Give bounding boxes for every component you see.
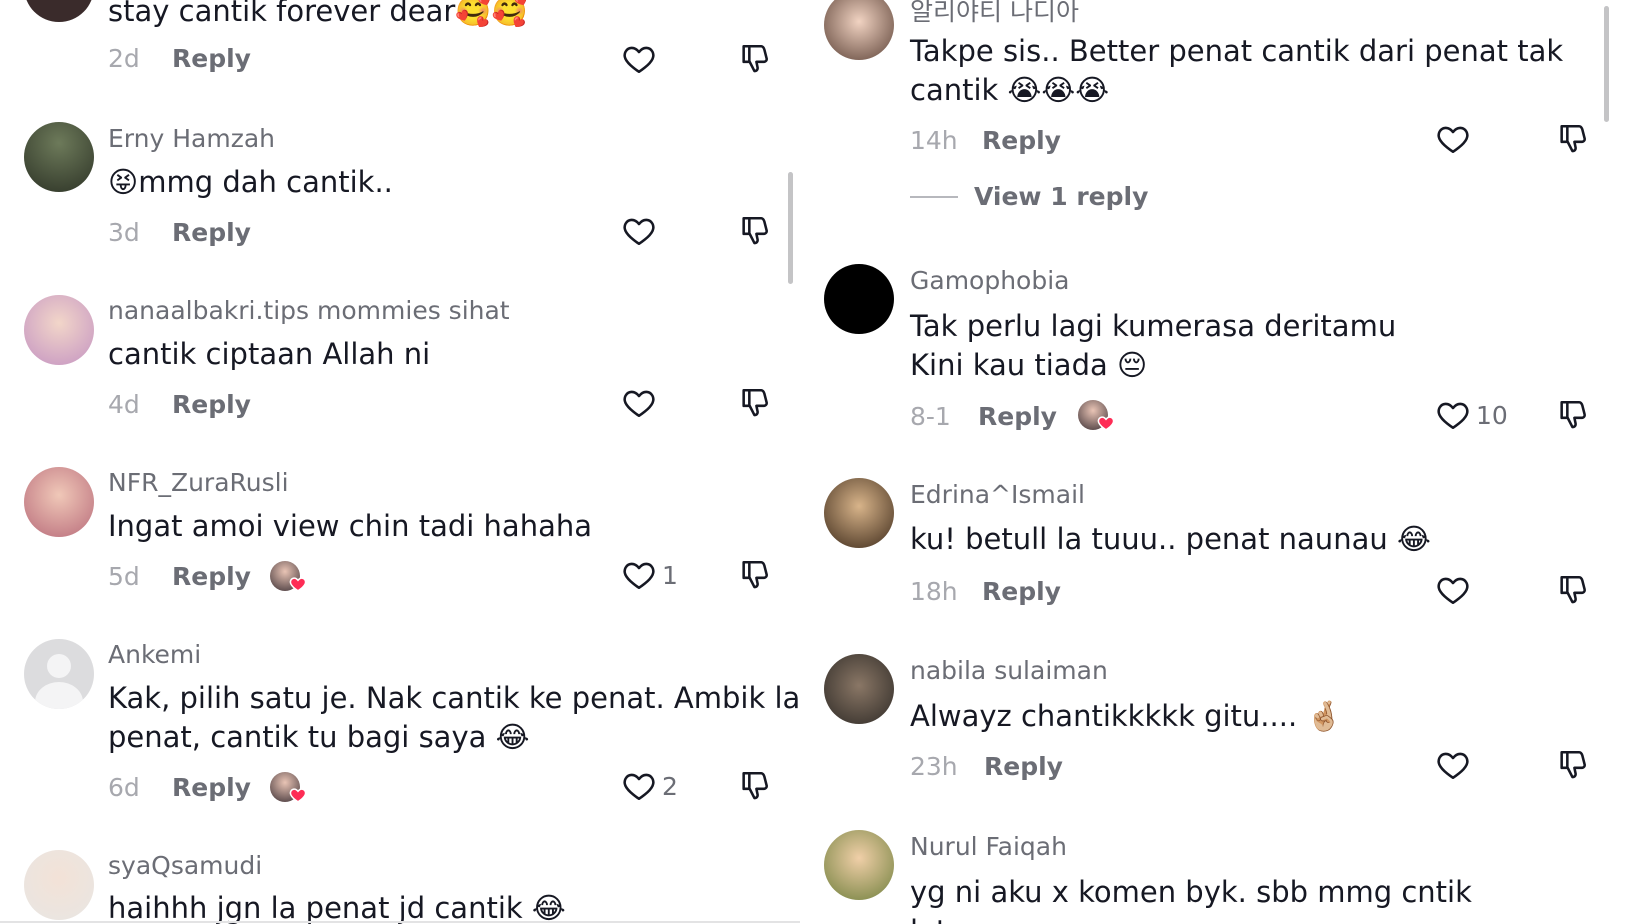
avatar[interactable]	[824, 264, 894, 334]
comment-time: 5d	[108, 562, 140, 591]
avatar[interactable]	[24, 850, 94, 920]
avatar[interactable]	[824, 830, 894, 900]
default-avatar[interactable]	[24, 639, 94, 709]
heart-icon	[622, 214, 656, 248]
avatar[interactable]	[824, 0, 894, 60]
avatar[interactable]	[824, 654, 894, 724]
heart-icon	[622, 42, 656, 76]
comment-text: Kini kau tiada 😔	[910, 348, 1148, 382]
like-count: 1	[662, 560, 678, 590]
dislike-icon[interactable]	[1556, 748, 1590, 782]
comment-time: 4d	[108, 390, 140, 419]
comment-username[interactable]: Nurul Faiqah	[910, 832, 1067, 861]
comment-text: haihhh jgn la penat jd cantik 😂	[108, 891, 566, 924]
scrollbar[interactable]	[1604, 6, 1609, 122]
like-button[interactable]	[622, 214, 656, 248]
dislike-icon[interactable]	[738, 214, 772, 248]
scrollbar[interactable]	[788, 172, 793, 284]
comment-time: 23h	[910, 752, 958, 781]
avatar[interactable]	[824, 478, 894, 548]
like-button[interactable]	[1436, 573, 1470, 607]
reply-button[interactable]: Reply	[172, 44, 251, 73]
comment-text: ku! betull la tuuu.. penat naunau 😂	[910, 522, 1431, 556]
comment-text: lat…	[910, 912, 976, 924]
dislike-icon[interactable]	[738, 42, 772, 76]
heart-icon	[1436, 573, 1470, 607]
heart-icon	[1436, 748, 1470, 782]
comment-username[interactable]: syaQsamudi	[108, 851, 262, 880]
comment-time: 6d	[108, 773, 140, 802]
comment-text: yg ni aku x komen byk. sbb mmg cntik	[910, 875, 1472, 909]
comment-text: Ingat amoi view chin tadi hahaha	[108, 509, 592, 543]
comment-username[interactable]: Ankemi	[108, 640, 201, 669]
comment-time: 2d	[108, 44, 140, 73]
heart-icon	[622, 769, 656, 803]
reply-button[interactable]: Reply	[172, 218, 251, 247]
like-count: 10	[1476, 400, 1508, 430]
comment-time: 3d	[108, 218, 140, 247]
comment-text: cantik 😭😭😭	[910, 73, 1110, 107]
comment-time: 18h	[910, 577, 958, 606]
heart-icon	[622, 558, 656, 592]
dislike-icon[interactable]	[738, 558, 772, 592]
comment-time: 8-1	[910, 402, 951, 431]
comment-text: Tak perlu lagi kumerasa deritamu	[910, 309, 1397, 343]
dislike-icon[interactable]	[738, 386, 772, 420]
heart-icon	[1096, 414, 1116, 432]
avatar[interactable]	[24, 122, 94, 192]
comment-text: Alwayz chantikkkkk gitu.... 🤞🏼	[910, 699, 1343, 733]
divider	[0, 921, 800, 923]
comment-username[interactable]: nabila sulaiman	[910, 656, 1108, 685]
reply-button[interactable]: Reply	[172, 562, 251, 591]
avatar[interactable]	[24, 0, 94, 22]
comment-username[interactable]: Gamophobia	[910, 266, 1070, 295]
like-button[interactable]	[622, 386, 656, 420]
dislike-icon[interactable]	[1556, 573, 1590, 607]
dislike-icon[interactable]	[738, 769, 772, 803]
comment-username[interactable]: NFR_ZuraRusli	[108, 468, 289, 497]
comment-text: 😝mmg dah cantik..	[108, 165, 393, 199]
heart-icon	[288, 786, 308, 804]
comment-text: penat, cantik tu bagi saya 😂	[108, 720, 530, 754]
like-button[interactable]: 10	[1436, 398, 1508, 432]
right-comment-panel: 알리야티 나디아 Takpe sis.. Better penat cantik…	[808, 0, 1640, 924]
comment-text: cantik ciptaan Allah ni	[108, 337, 431, 371]
heart-icon	[288, 575, 308, 593]
reply-button[interactable]: Reply	[978, 402, 1057, 431]
like-button[interactable]: 2	[622, 769, 678, 803]
like-count: 2	[662, 771, 678, 801]
avatar[interactable]	[24, 467, 94, 537]
heart-icon	[622, 386, 656, 420]
divider	[910, 195, 958, 198]
comment-username[interactable]: Erny Hamzah	[108, 124, 275, 153]
like-button[interactable]: 1	[622, 558, 678, 592]
reply-button[interactable]: Reply	[982, 577, 1061, 606]
comment-text: Kak, pilih satu je. Nak cantik ke penat.…	[108, 681, 800, 715]
reply-button[interactable]: Reply	[984, 752, 1063, 781]
like-button[interactable]	[622, 42, 656, 76]
like-button[interactable]	[1436, 122, 1470, 156]
reply-button[interactable]: Reply	[982, 126, 1061, 155]
heart-icon	[1436, 398, 1470, 432]
view-replies-button[interactable]: View 1 reply	[910, 182, 1148, 211]
reply-button[interactable]: Reply	[172, 773, 251, 802]
panel-divider	[800, 0, 808, 924]
comment-username[interactable]: Edrina^Ismail	[910, 480, 1085, 509]
view-replies-label: View 1 reply	[974, 182, 1149, 211]
comment-text: stay cantik forever dear🥰🥰	[108, 0, 528, 28]
reply-button[interactable]: Reply	[172, 390, 251, 419]
dislike-icon[interactable]	[1556, 398, 1590, 432]
dislike-icon[interactable]	[1556, 122, 1590, 156]
avatar[interactable]	[24, 295, 94, 365]
heart-icon	[1436, 122, 1470, 156]
comment-time: 14h	[910, 126, 958, 155]
comment-username[interactable]: nanaalbakri.tips mommies sihat	[108, 296, 510, 325]
comment-text: Takpe sis.. Better penat cantik dari pen…	[910, 34, 1564, 68]
comment-username[interactable]: 알리야티 나디아	[910, 0, 1079, 28]
left-comment-panel: stay cantik forever dear🥰🥰 2d Reply Erny…	[0, 0, 800, 924]
like-button[interactable]	[1436, 748, 1470, 782]
